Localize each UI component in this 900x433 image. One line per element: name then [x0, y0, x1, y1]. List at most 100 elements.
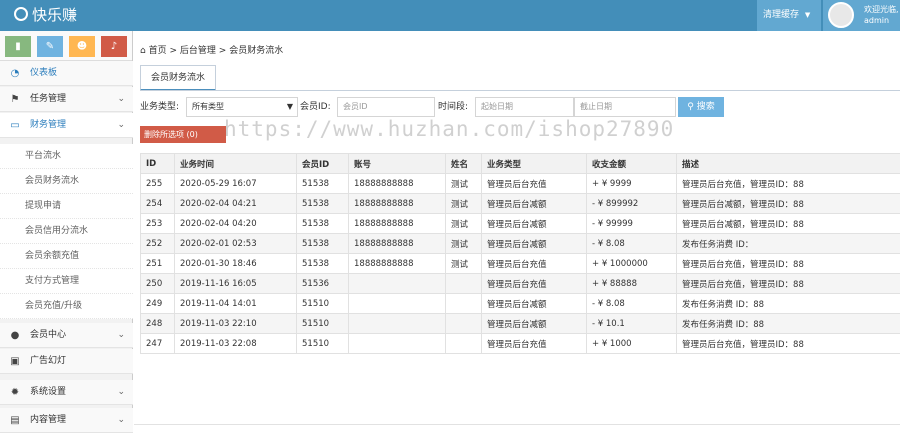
- user-icon: ●: [10, 330, 20, 341]
- member-id-input[interactable]: 会员ID: [337, 97, 435, 117]
- sidebar-item-label: 广告幻灯: [30, 356, 67, 366]
- table-row[interactable]: 249 2019-11-04 14:01 51510 管理员后台减额 - ¥ 8.08 发…: [140, 293, 900, 314]
- sidebar-subitem-platform-flow[interactable]: 平台流水: [0, 144, 133, 169]
- table-cell: 18888888888: [348, 173, 446, 194]
- sidebar-item-label: 仪表板: [30, 68, 58, 78]
- sidebar: ▮ ✎ ☻ ♪ ◔ 仪表板 ⚑ 任务管理 ⌄ ▭ 财务管理 ⌄ 平台流水 会员财…: [0, 31, 133, 433]
- table-cell: 管理员后台减额，管理员ID：88: [676, 193, 900, 214]
- table-row[interactable]: 252 2020-02-01 02:53 51538 18888888888 测试 管理员…: [140, 233, 900, 254]
- table-row[interactable]: 248 2019-11-03 22:10 51510 管理员后台减额 - ¥ 10.1 发…: [140, 313, 900, 334]
- table-row[interactable]: 247 2019-11-03 22:08 51510 管理员后台充值 + ¥ 1000 管…: [140, 333, 900, 354]
- app-title: 快乐赚: [32, 6, 78, 24]
- sidebar-item-tasks[interactable]: ⚑ 任务管理 ⌄: [0, 87, 133, 112]
- search-icon: ⚲: [687, 102, 694, 112]
- user-menu[interactable]: 欢迎光临, admin: [823, 0, 900, 31]
- table-cell: 管理员后台减额: [481, 233, 587, 254]
- gear-icon: ✹: [10, 387, 20, 398]
- breadcrumb-separator: >: [218, 46, 227, 56]
- clear-cache-menu[interactable]: 清理缓存 ▼: [757, 0, 821, 31]
- breadcrumb-separator: >: [169, 46, 178, 56]
- inbox-icon: ▭: [10, 120, 20, 131]
- member-id-label: 会员ID:: [300, 102, 331, 112]
- caret-down-icon: ▼: [804, 11, 811, 19]
- pencil-icon[interactable]: ✎: [37, 36, 63, 57]
- table-cell: 51536: [296, 273, 349, 294]
- sidebar-subitem-balance-recharge[interactable]: 会员余额充值: [0, 244, 133, 269]
- table-row[interactable]: 250 2019-11-16 16:05 51536 管理员后台充值 + ¥ 88888…: [140, 273, 900, 294]
- table-cell: + ¥ 1000: [586, 333, 677, 354]
- start-date-input[interactable]: 起始日期: [475, 97, 574, 117]
- chevron-down-icon: ⌄: [117, 330, 125, 340]
- sidebar-item-ads[interactable]: ▣ 广告幻灯: [0, 349, 133, 374]
- chevron-down-icon: ⌄: [117, 94, 125, 104]
- table-cell: 管理员后台充值，管理员ID：88: [676, 173, 900, 194]
- table-row[interactable]: 255 2020-05-29 16:07 51538 18888888888 测试 管理员…: [140, 173, 900, 194]
- type-select[interactable]: 所有类型 ▼: [186, 97, 298, 117]
- sidebar-subitem-recharge-upgrade[interactable]: 会员充值/升级: [0, 294, 133, 319]
- table-cell: 2020-02-04 04:21: [174, 193, 297, 214]
- table-cell: 51538: [296, 253, 349, 274]
- sidebar-item-finance[interactable]: ▭ 财务管理 ⌄: [0, 113, 133, 138]
- table-cell: 发布任务消费 ID：: [676, 233, 900, 254]
- table-cell: 管理员后台减额，管理员ID：88: [676, 213, 900, 234]
- table-row[interactable]: 251 2020-01-30 18:46 51538 18888888888 测试 管理员…: [140, 253, 900, 274]
- column-header: ID: [140, 153, 175, 174]
- table-cell: 管理员后台减额: [481, 193, 587, 214]
- sidebar-item-content[interactable]: ▤ 内容管理 ⌄: [0, 408, 133, 433]
- column-header: 会员ID: [296, 153, 349, 174]
- username: admin: [864, 16, 890, 25]
- table-cell: - ¥ 99999: [586, 213, 677, 234]
- bar-chart-icon[interactable]: ▮: [5, 36, 31, 57]
- sidebar-subitem-withdrawals[interactable]: 提现申请: [0, 194, 133, 219]
- table-cell: [445, 333, 482, 354]
- table-header-row: ID 业务时间 会员ID 账号 姓名 业务类型 收支金额 描述: [140, 153, 900, 174]
- sidebar-item-members[interactable]: ● 会员中心 ⌄: [0, 323, 133, 348]
- table-cell: [348, 333, 446, 354]
- table-cell: [445, 293, 482, 314]
- table-cell: 51510: [296, 293, 349, 314]
- table-cell: 255: [140, 173, 175, 194]
- end-date-input[interactable]: 截止日期: [574, 97, 676, 117]
- bell-icon[interactable]: ♪: [101, 36, 127, 57]
- table-cell: 2019-11-04 14:01: [174, 293, 297, 314]
- type-filter-label: 业务类型:: [140, 102, 180, 112]
- tab-member-finance-flow[interactable]: 会员财务流水: [140, 65, 216, 91]
- table-cell: - ¥ 8.08: [586, 233, 677, 254]
- sidebar-subitem-label: 提现申请: [25, 201, 62, 211]
- watermark: https://www.huzhan.com/ishop27890: [224, 117, 675, 141]
- chevron-down-icon: ⌄: [117, 387, 125, 397]
- period-label: 时间段:: [438, 102, 469, 112]
- table-cell: + ¥ 88888: [586, 273, 677, 294]
- table-cell: 252: [140, 233, 175, 254]
- table-cell: 18888888888: [348, 253, 446, 274]
- book-icon: ▤: [10, 415, 20, 426]
- footer-divider: [134, 424, 900, 425]
- clear-cache-label: 清理缓存: [763, 10, 800, 20]
- table-cell: 管理员后台减额: [481, 313, 587, 334]
- start-date-placeholder: 起始日期: [481, 102, 513, 111]
- table-cell: 管理员后台充值: [481, 253, 587, 274]
- dashboard-icon: ◔: [10, 68, 20, 79]
- sidebar-subitem-label: 平台流水: [25, 151, 62, 161]
- sidebar-item-dashboard[interactable]: ◔ 仪表板: [0, 61, 133, 86]
- table-cell: - ¥ 8.08: [586, 293, 677, 314]
- table-cell: 2020-01-30 18:46: [174, 253, 297, 274]
- sidebar-subitem-member-finance-flow[interactable]: 会员财务流水: [0, 169, 133, 194]
- member-id-placeholder: 会员ID: [343, 102, 368, 111]
- app-brand[interactable]: 快乐赚: [14, 6, 77, 24]
- users-icon[interactable]: ☻: [69, 36, 95, 57]
- breadcrumb-section[interactable]: 后台管理: [180, 46, 216, 56]
- table-cell: 发布任务消费 ID：88: [676, 293, 900, 314]
- table-row[interactable]: 254 2020-02-04 04:21 51538 18888888888 测试 管理员…: [140, 193, 900, 214]
- table-cell: 51510: [296, 333, 349, 354]
- search-button[interactable]: ⚲ 搜索: [678, 97, 724, 117]
- sidebar-subitem-payment-methods[interactable]: 支付方式管理: [0, 269, 133, 294]
- table-row[interactable]: 253 2020-02-04 04:20 51538 18888888888 测试 管理员…: [140, 213, 900, 234]
- sidebar-item-settings[interactable]: ✹ 系统设置 ⌄: [0, 380, 133, 405]
- sidebar-subitem-credit-flow[interactable]: 会员信用分流水: [0, 219, 133, 244]
- breadcrumb-home[interactable]: 首页: [149, 46, 167, 56]
- table-cell: - ¥ 899992: [586, 193, 677, 214]
- tab-divider: [140, 90, 900, 91]
- table-cell: 2020-02-04 04:20: [174, 213, 297, 234]
- delete-selected-button[interactable]: 删除所选项 (0): [140, 126, 226, 143]
